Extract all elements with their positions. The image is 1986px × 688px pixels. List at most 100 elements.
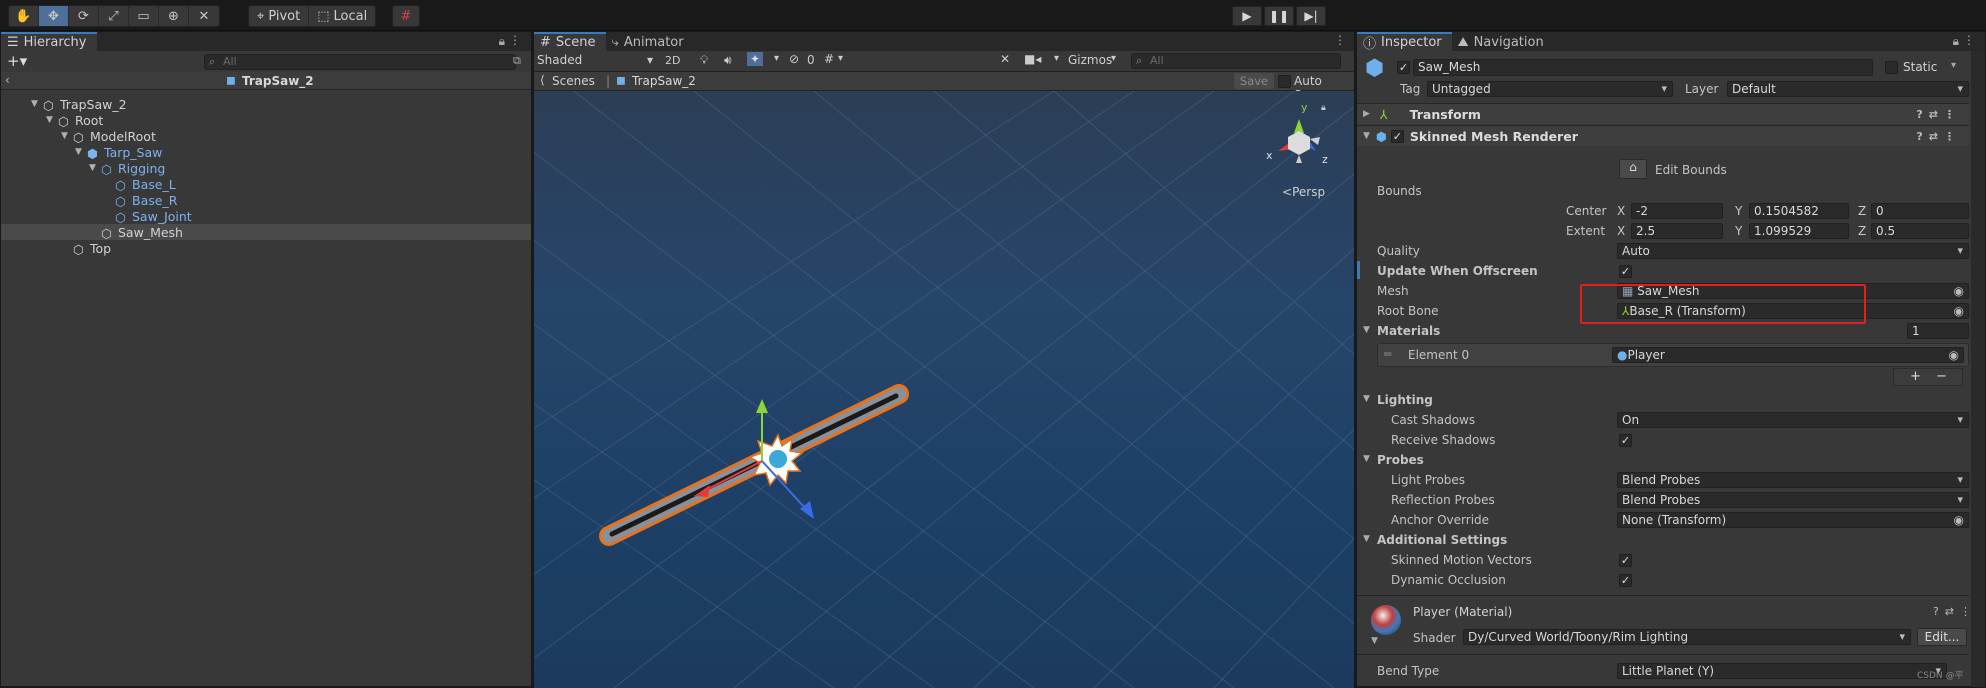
list-item[interactable]: ▼ ⬡ Root [1, 112, 531, 129]
tab-navigation[interactable]: ⛰︎ Navigation [1451, 32, 1554, 51]
list-item[interactable]: ⬡ Base_L [1, 176, 531, 193]
tab-inspector[interactable]: ⓘ Inspector [1357, 32, 1452, 52]
edit-bounds-button[interactable]: ⌂ [1619, 159, 1647, 179]
tools-icon[interactable]: ✕ [1000, 52, 1010, 66]
tag-dropdown[interactable]: Untagged [1427, 81, 1673, 97]
chevron-down-icon[interactable]: ▾ [1951, 60, 1956, 71]
move-tool-icon[interactable]: ✥ [39, 6, 69, 26]
grid-snap-button[interactable]: # [392, 5, 420, 27]
object-picker-icon[interactable]: ◉ [1954, 304, 1964, 318]
list-item[interactable]: ⬡ Saw_Mesh [1, 224, 531, 241]
lighting-icon[interactable]: 💡︎ [700, 53, 708, 68]
component-menu-icons[interactable]: ?⇄⋮ [1916, 130, 1961, 143]
expand-arrow-icon[interactable]: ▼ [1363, 325, 1370, 335]
component-menu-icons[interactable]: ?⇄⋮ [1916, 108, 1961, 121]
toggle-2d-button[interactable]: 2D [665, 54, 680, 67]
skinned-mv-checkbox[interactable]: ✓ [1619, 554, 1632, 567]
kebab-menu-icon[interactable]: ⋮ [1334, 33, 1346, 47]
static-checkbox[interactable] [1885, 61, 1898, 74]
smr-enabled-checkbox[interactable]: ✓ [1390, 129, 1404, 143]
expand-arrow-icon[interactable]: ▼ [1363, 534, 1370, 544]
object-picker-icon[interactable]: ◉ [1954, 513, 1964, 527]
camera-icon[interactable]: ■◂ [1024, 52, 1041, 66]
local-toggle[interactable]: ⬚ Local [309, 6, 375, 26]
list-item[interactable]: ⬡ Saw_Joint [1, 208, 531, 225]
drag-handle-icon[interactable]: ═ [1384, 347, 1391, 361]
remove-icon[interactable]: − [1936, 369, 1947, 384]
kebab-menu-icon[interactable]: ⋮ [509, 33, 521, 47]
play-button[interactable]: ▶ [1232, 6, 1262, 26]
shader-edit-button[interactable]: Edit... [1917, 628, 1967, 646]
extent-x-field[interactable]: 2.5 [1631, 223, 1723, 239]
expand-arrow-icon[interactable]: ▼ [61, 131, 73, 141]
cast-shadows-dropdown[interactable]: On [1617, 412, 1969, 428]
reflection-probes-dropdown[interactable]: Blend Probes [1617, 492, 1969, 508]
expand-arrow-icon[interactable]: ▼ [75, 147, 87, 157]
effects-icon[interactable]: ✦ [747, 52, 764, 66]
orientation-gizmo[interactable]: y x z 🔒︎ [1264, 101, 1334, 176]
list-item[interactable]: ⬡ Top [1, 240, 531, 257]
collapse-arrow-icon[interactable]: ▶ [1363, 109, 1370, 119]
chevron-down-icon[interactable]: ▾ [774, 53, 779, 64]
list-item[interactable]: ▼ ⬢ Tarp_Saw [1, 144, 531, 161]
breadcrumb-scenes[interactable]: Scenes [552, 74, 595, 88]
bend-type-dropdown[interactable]: Little Planet (Y) [1617, 663, 1947, 679]
hand-tool-icon[interactable]: ✋ [9, 6, 39, 26]
list-item[interactable]: ▼ ⬡ Rigging [1, 160, 531, 177]
shading-mode-dropdown[interactable]: Shaded ▾ [537, 53, 655, 69]
grid-toggle-icon[interactable]: # [824, 52, 834, 66]
list-item[interactable]: ▼ ⬡ ModelRoot [1, 128, 531, 145]
tab-animator[interactable]: ⤷ Animator [605, 32, 694, 51]
autosave-checkbox[interactable] [1278, 75, 1291, 88]
extent-y-field[interactable]: 1.099529 [1749, 223, 1849, 239]
scene-viewport[interactable]: y x z 🔒︎ <Persp [534, 91, 1354, 688]
chevron-down-icon[interactable]: ▾ [1111, 53, 1116, 64]
breadcrumb-prefab[interactable]: TrapSaw_2 [632, 74, 696, 88]
transform-component-header[interactable]: ▶ ⅄ Transform ?⇄⋮ [1357, 103, 1969, 124]
extent-z-field[interactable]: 0.5 [1871, 223, 1969, 239]
list-item[interactable]: ▼ ⬡ TrapSaw_2 [1, 96, 531, 113]
smr-component-header[interactable]: ▼ ⬢ ✓ Skinned Mesh Renderer ?⇄⋮ [1357, 125, 1969, 146]
rect-tool-icon[interactable]: ▭ [129, 6, 159, 26]
pivot-toggle[interactable]: ⌖ Pivot [249, 6, 310, 26]
lock-icon[interactable]: 🔒︎ [1953, 34, 1959, 49]
kebab-menu-icon[interactable]: ⋮ [1963, 33, 1975, 47]
expand-arrow-icon[interactable]: ▼ [1363, 394, 1370, 404]
transform-tool-icon[interactable]: ⊕ [159, 6, 189, 26]
center-z-field[interactable]: 0 [1871, 203, 1969, 219]
lock-icon[interactable]: 🔒︎ [1321, 103, 1326, 113]
tab-hierarchy[interactable]: ☰ Hierarchy [1, 32, 97, 51]
expand-arrow-icon[interactable]: ▼ [1371, 636, 1378, 646]
create-plus-icon[interactable]: +▾ [7, 52, 27, 70]
object-picker-icon[interactable]: ◉ [1949, 348, 1959, 362]
audio-icon[interactable]: 🔊︎ [724, 53, 732, 68]
inspector-scrollbar[interactable] [1971, 51, 1985, 687]
save-button[interactable]: Save [1234, 73, 1274, 89]
active-checkbox[interactable]: ✓ [1397, 61, 1410, 74]
center-y-field[interactable]: 0.1504582 [1749, 203, 1849, 219]
chevron-down-icon[interactable]: ▾ [838, 53, 843, 64]
shader-dropdown[interactable]: Dy/Curved World/Toony/Rim Lighting [1463, 629, 1911, 645]
hidden-objects-icon[interactable]: ⊘ [789, 52, 799, 66]
center-x-field[interactable]: -2 [1631, 203, 1723, 219]
search-options-icon[interactable]: ⧉ [513, 54, 521, 68]
anchor-override-field[interactable]: None (Transform) ◉ [1617, 512, 1969, 528]
add-icon[interactable]: + [1910, 369, 1921, 384]
back-arrow-icon[interactable]: ‹ [5, 73, 10, 87]
pause-button[interactable]: ❚❚ [1264, 6, 1294, 26]
hierarchy-search-input[interactable]: ⌕ All [204, 54, 516, 70]
lock-icon[interactable]: 🔒︎ [499, 34, 505, 49]
layer-dropdown[interactable]: Default [1727, 81, 1969, 97]
scale-tool-icon[interactable]: ⤢ [99, 6, 129, 26]
list-item[interactable]: ⬡ Base_R [1, 192, 531, 209]
expand-arrow-icon[interactable]: ▼ [46, 115, 58, 125]
expand-arrow-icon[interactable]: ▼ [1363, 131, 1370, 141]
tab-scene[interactable]: # Scene [534, 32, 606, 51]
expand-arrow-icon[interactable]: ▼ [1363, 454, 1370, 464]
element0-field[interactable]: ●Player ◉ [1612, 347, 1964, 363]
quality-dropdown[interactable]: Auto [1617, 243, 1969, 259]
chevron-down-icon[interactable]: ▾ [1054, 53, 1059, 64]
prefab-name[interactable]: TrapSaw_2 [242, 74, 314, 88]
step-button[interactable]: ▶| [1296, 6, 1326, 26]
persp-toggle[interactable]: <Persp [1282, 185, 1325, 199]
